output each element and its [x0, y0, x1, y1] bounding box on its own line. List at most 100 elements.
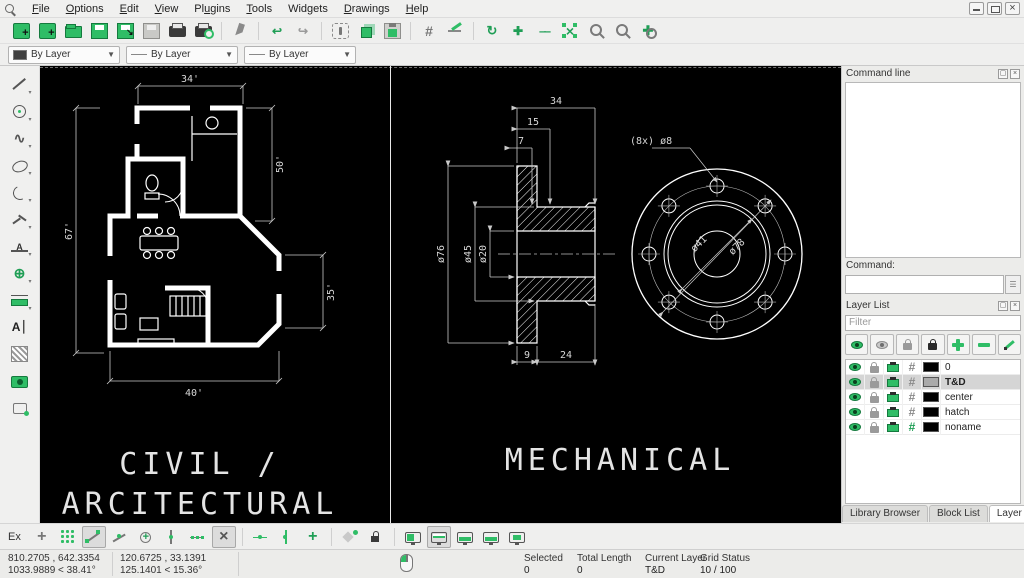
polyline-tool-button[interactable]: ▾	[6, 205, 34, 232]
layer-print-cell[interactable]	[884, 405, 903, 420]
new-drawing-button[interactable]	[9, 20, 33, 42]
grid-toggle-button[interactable]	[417, 20, 441, 42]
command-input[interactable]	[845, 275, 1004, 294]
view-toggle-1-button[interactable]	[401, 526, 425, 548]
menu-tools[interactable]: Tools	[238, 1, 280, 17]
view-toggle-5-button[interactable]	[505, 526, 529, 548]
select-pointer-button[interactable]	[228, 20, 252, 42]
snap-free-button[interactable]	[30, 526, 54, 548]
tab-library-browser[interactable]: Library Browser	[842, 505, 928, 522]
line-type-dropdown[interactable]: By Layer ▼	[126, 46, 238, 64]
drawing-canvas[interactable]: 34' 67' 50' 35' 40' CIVIL / ARCITECTURAL	[40, 66, 841, 523]
snap-middle-button[interactable]	[160, 526, 184, 548]
close-icon[interactable]	[1005, 2, 1020, 15]
layer-filter-input[interactable]: Filter	[845, 315, 1021, 331]
print-button[interactable]	[165, 20, 189, 42]
layer-visibility-cell[interactable]	[846, 420, 865, 435]
save-button[interactable]	[87, 20, 111, 42]
restore-icon[interactable]	[987, 2, 1002, 15]
snap-intersection-button[interactable]	[212, 526, 236, 548]
open-button[interactable]	[61, 20, 85, 42]
copy-button[interactable]	[354, 20, 378, 42]
minimize-icon[interactable]	[969, 2, 984, 15]
layer-row-0[interactable]: #0	[846, 360, 1020, 375]
layer-construction-cell[interactable]: #	[903, 405, 922, 420]
snap-distance-button[interactable]	[186, 526, 210, 548]
layer-lock-cell[interactable]	[865, 375, 884, 390]
lock-relative-zero-button[interactable]	[364, 526, 388, 548]
image-tool-button[interactable]	[6, 367, 34, 394]
layer-visibility-cell[interactable]	[846, 390, 865, 405]
layer-lock-cell[interactable]	[865, 390, 884, 405]
menu-help[interactable]: Help	[398, 1, 437, 17]
tab-block-list[interactable]: Block List	[929, 505, 988, 522]
save-all-button[interactable]	[139, 20, 163, 42]
zoom-previous-button[interactable]	[584, 20, 608, 42]
layer-construction-cell[interactable]: #	[903, 375, 922, 390]
paste-button[interactable]	[380, 20, 404, 42]
menu-widgets[interactable]: Widgets	[280, 1, 336, 17]
command-options-icon[interactable]: ☰	[1005, 275, 1021, 294]
restrict-vertical-button[interactable]	[275, 526, 299, 548]
menu-edit[interactable]: Edit	[112, 1, 147, 17]
layer-print-cell[interactable]	[884, 420, 903, 435]
menu-options[interactable]: Options	[58, 1, 112, 17]
unlock-all-layers-button[interactable]	[896, 334, 919, 355]
hatch-tool-button[interactable]	[6, 340, 34, 367]
spline-tool-button[interactable]: ▾	[6, 124, 34, 151]
snap-exclusive-label[interactable]: Ex	[8, 531, 21, 543]
command-history-area[interactable]	[845, 82, 1021, 258]
hide-all-layers-button[interactable]	[870, 334, 893, 355]
layer-row-td[interactable]: #T&D	[846, 375, 1020, 390]
circle-center-tool-button[interactable]: ▾	[6, 259, 34, 286]
layer-construction-cell[interactable]: #	[903, 390, 922, 405]
undo-button[interactable]	[265, 20, 289, 42]
dimension-tool-button[interactable]: ▾	[6, 232, 34, 259]
modify-layer-button[interactable]	[998, 334, 1021, 355]
set-relative-zero-button[interactable]	[338, 526, 362, 548]
menu-plugins[interactable]: Plugins	[186, 1, 238, 17]
layer-lock-cell[interactable]	[865, 405, 884, 420]
layer-row-center[interactable]: #center	[846, 390, 1020, 405]
layer-lock-cell[interactable]	[865, 420, 884, 435]
redo-button[interactable]	[291, 20, 315, 42]
float-panel-icon[interactable]: ▢	[998, 301, 1008, 311]
menu-view[interactable]: View	[147, 1, 187, 17]
layer-visibility-cell[interactable]	[846, 360, 865, 375]
cut-button[interactable]	[328, 20, 352, 42]
print-preview-button[interactable]	[191, 20, 215, 42]
zoom-window-button[interactable]	[610, 20, 634, 42]
layer-visibility-cell[interactable]	[846, 405, 865, 420]
show-all-layers-button[interactable]	[845, 334, 868, 355]
block-tool-button[interactable]	[6, 394, 34, 421]
layer-row-noname[interactable]: #noname	[846, 420, 1020, 435]
line-tool-button[interactable]: ▾	[6, 70, 34, 97]
restrict-horizontal-button[interactable]	[249, 526, 273, 548]
zoom-out-button[interactable]	[532, 20, 556, 42]
lock-all-layers-button[interactable]	[921, 334, 944, 355]
remove-layer-button[interactable]	[972, 334, 995, 355]
float-panel-icon[interactable]: ▢	[998, 69, 1008, 79]
menu-file[interactable]: File	[24, 1, 58, 17]
snap-endpoint-button[interactable]	[82, 526, 106, 548]
pen-color-dropdown[interactable]: By Layer ▼	[8, 46, 120, 64]
circle-tool-button[interactable]: ▾	[6, 97, 34, 124]
view-toggle-2-button[interactable]	[427, 526, 451, 548]
menu-drawings[interactable]: Drawings	[336, 1, 398, 17]
layer-print-cell[interactable]	[884, 375, 903, 390]
layer-construction-cell[interactable]: #	[903, 420, 922, 435]
layer-lock-cell[interactable]	[865, 360, 884, 375]
tab-layer-list[interactable]: Layer List	[989, 505, 1024, 522]
snap-grid-button[interactable]	[56, 526, 80, 548]
close-panel-icon[interactable]: ×	[1010, 301, 1020, 311]
layer-row-hatch[interactable]: #hatch	[846, 405, 1020, 420]
layer-print-cell[interactable]	[884, 390, 903, 405]
draft-mode-button[interactable]	[443, 20, 467, 42]
dimension-horizontal-tool-button[interactable]: ▾	[6, 286, 34, 313]
view-toggle-3-button[interactable]	[453, 526, 477, 548]
close-panel-icon[interactable]: ×	[1010, 69, 1020, 79]
line-width-dropdown[interactable]: By Layer ▼	[244, 46, 356, 64]
snap-center-button[interactable]	[134, 526, 158, 548]
zoom-in-button[interactable]	[506, 20, 530, 42]
add-layer-button[interactable]	[947, 334, 970, 355]
